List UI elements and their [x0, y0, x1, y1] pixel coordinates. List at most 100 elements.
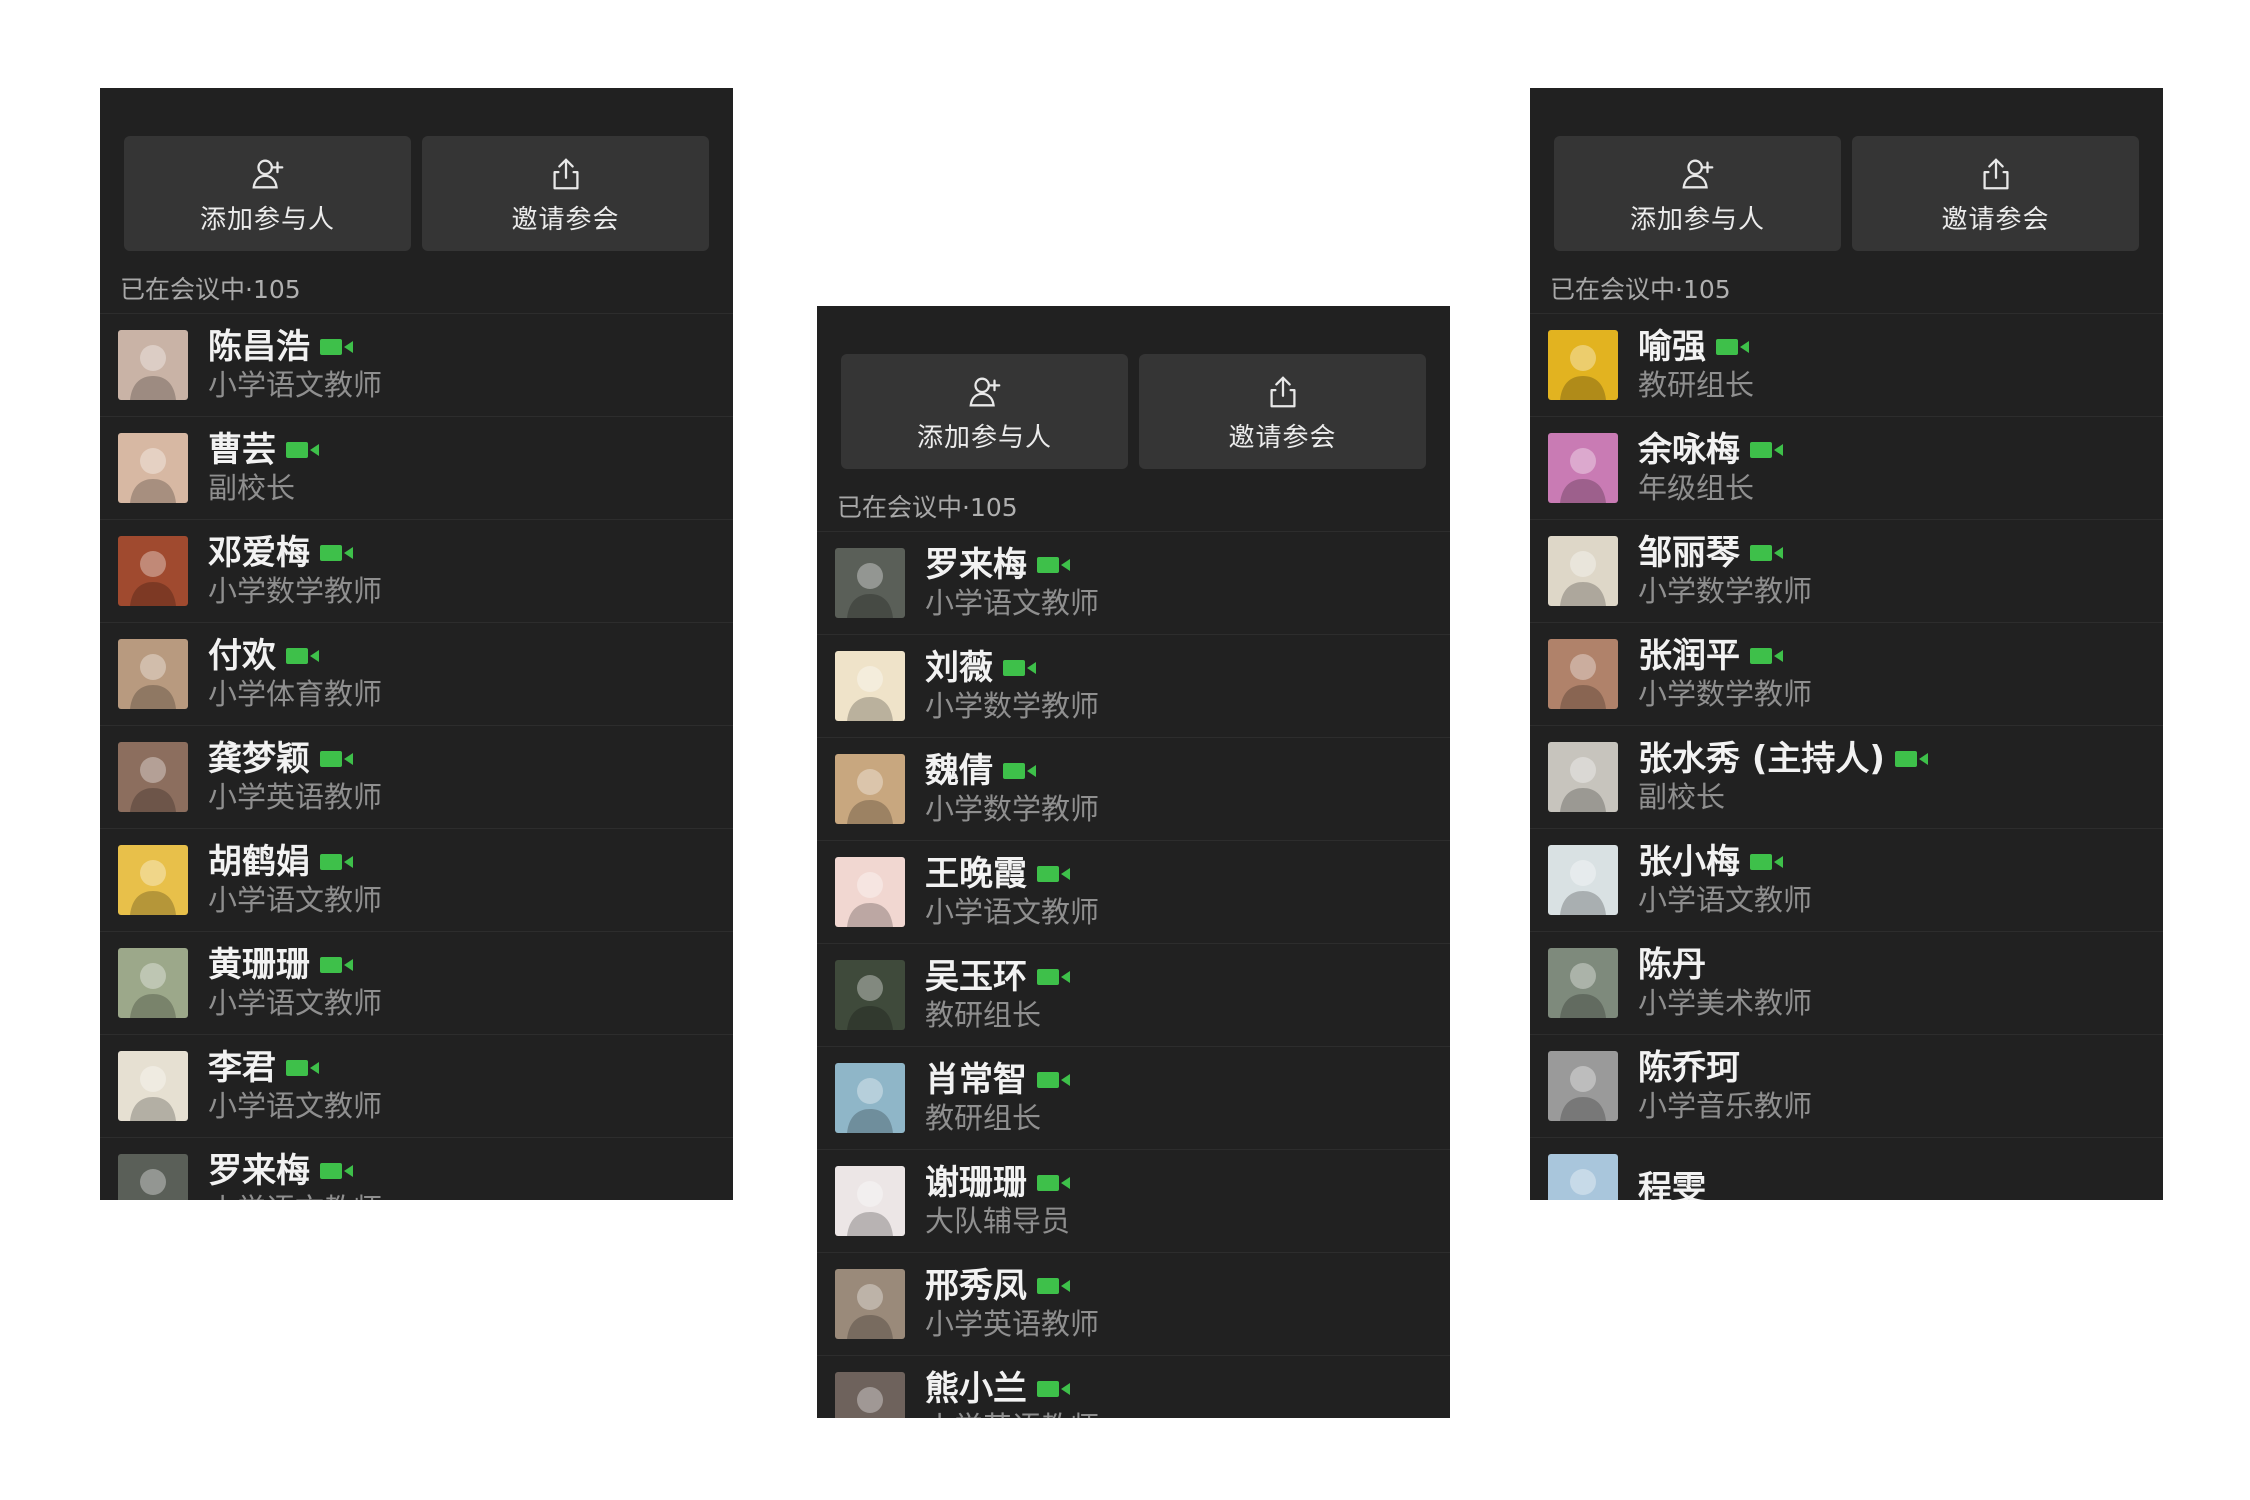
video-camera-icon	[1037, 967, 1071, 987]
name-line: 陈乔珂	[1638, 1048, 1812, 1088]
video-camera-icon	[286, 1058, 320, 1078]
participant-row[interactable]: 王晚霞 小学语文教师	[817, 841, 1450, 944]
video-camera-icon	[320, 1161, 354, 1181]
participant-role: 教研组长	[925, 1101, 1042, 1135]
participant-row[interactable]: 胡鹤娟 小学语文教师	[100, 829, 733, 932]
name-line: 陈昌浩	[208, 327, 382, 367]
participant-row[interactable]: 罗来梅小学语文教师	[100, 1138, 733, 1200]
participant-row[interactable]: 余咏梅 年级组长	[1530, 417, 2163, 520]
participant-info: 刘薇 小学数学教师	[925, 648, 1099, 724]
participant-role: 小学语文教师	[208, 368, 383, 402]
participant-info: 张水秀 (主持人) 副校长	[1638, 739, 1929, 815]
participant-row[interactable]: 肖常智 教研组长	[817, 1047, 1450, 1150]
participant-row[interactable]: 张润平 小学数学教师	[1530, 623, 2163, 726]
participant-row[interactable]: 龚梦颖 小学英语教师	[100, 726, 733, 829]
participant-role: 小学语文教师	[925, 895, 1100, 929]
participant-row[interactable]: 罗来梅小学语文教师	[817, 532, 1450, 635]
participant-row[interactable]: 刘薇 小学数学教师	[817, 635, 1450, 738]
participant-role: 教研组长	[1638, 368, 1755, 402]
in-meeting-header: 已在会议中·105	[1530, 251, 2163, 314]
participant-info: 付欢 小学体育教师	[208, 636, 382, 712]
participant-list: 罗来梅 小学语文教师 刘薇 小学数学教师 魏倩 小学数学教师 王晚霞 小学语文教师 吴玉环 教研组…	[817, 532, 1450, 1418]
participant-row[interactable]: 喻强 教研组长	[1530, 314, 2163, 417]
invite-label: 邀请参会	[1228, 423, 1337, 453]
video-camera-icon	[286, 440, 320, 460]
avatar	[118, 742, 188, 812]
participant-name: 张水秀 (主持人)	[1638, 739, 1885, 779]
video-camera-icon	[320, 852, 354, 872]
video-camera-icon	[320, 543, 354, 563]
share-icon	[547, 155, 585, 193]
participant-info: 张小梅 小学语文教师	[1638, 842, 1812, 918]
avatar	[1548, 536, 1618, 606]
video-camera-icon	[1037, 1276, 1071, 1296]
avatar	[1548, 1051, 1618, 1121]
participant-row[interactable]: 熊小兰小学英语教师	[817, 1356, 1450, 1418]
video-camera-icon	[1037, 1173, 1071, 1193]
participant-role: 教研组长	[925, 998, 1042, 1032]
participant-info: 喻强 教研组长	[1638, 327, 1754, 403]
video-camera-icon	[1750, 543, 1784, 563]
participant-row[interactable]: 陈乔珂 小学音乐教师	[1530, 1035, 2163, 1138]
participant-row[interactable]: 魏倩 小学数学教师	[817, 738, 1450, 841]
participant-row[interactable]: 张小梅 小学语文教师	[1530, 829, 2163, 932]
avatar	[835, 1372, 905, 1418]
add-participant-label: 添加参与人	[1629, 205, 1765, 235]
name-line: 黄珊珊	[208, 945, 382, 985]
participant-info: 罗来梅小学语文教师	[208, 1151, 382, 1200]
avatar	[118, 1051, 188, 1121]
name-line: 胡鹤娟	[208, 842, 382, 882]
participant-row[interactable]: 李君 小学语文教师	[100, 1035, 733, 1138]
invite-button[interactable]: 邀请参会	[1852, 136, 2139, 251]
participant-name: 谢珊珊	[925, 1163, 1027, 1203]
participant-info: 王晚霞 小学语文教师	[925, 854, 1099, 930]
participant-name: 魏倩	[925, 751, 993, 791]
invite-button[interactable]: 邀请参会	[422, 136, 709, 251]
participant-row[interactable]: 邓爱梅 小学数学教师	[100, 520, 733, 623]
add-participant-label: 添加参与人	[916, 423, 1052, 453]
in-meeting-header: 已在会议中·105	[817, 469, 1450, 532]
add-participant-button[interactable]: 添加参与人	[124, 136, 411, 251]
participant-row[interactable]: 谢珊珊 大队辅导员	[817, 1150, 1450, 1253]
invite-button[interactable]: 邀请参会	[1139, 354, 1426, 469]
avatar	[835, 960, 905, 1030]
participant-role: 小学数学教师	[208, 574, 383, 608]
participant-name: 陈乔珂	[1638, 1048, 1740, 1088]
in-meeting-header: 已在会议中·105	[100, 251, 733, 314]
participant-row[interactable]: 邹丽琴 小学数学教师	[1530, 520, 2163, 623]
in-meeting-label: 已在会议中	[120, 275, 246, 304]
participant-row[interactable]: 曹芸 副校长	[100, 417, 733, 520]
participant-info: 罗来梅小学语文教师	[925, 545, 1099, 621]
avatar	[835, 1269, 905, 1339]
add-participant-button[interactable]: 添加参与人	[1554, 136, 1841, 251]
participant-name: 胡鹤娟	[208, 842, 310, 882]
participant-row[interactable]: 程雯	[1530, 1138, 2163, 1200]
in-meeting-count: ·105	[1675, 275, 1731, 304]
participant-row[interactable]: 吴玉环 教研组长	[817, 944, 1450, 1047]
share-icon	[1977, 155, 2015, 193]
participant-info: 余咏梅 年级组长	[1638, 430, 1784, 506]
participant-row[interactable]: 付欢 小学体育教师	[100, 623, 733, 726]
video-camera-icon	[1750, 852, 1784, 872]
action-bar: 添加参与人 邀请参会	[100, 88, 733, 251]
participant-row[interactable]: 陈丹 小学美术教师	[1530, 932, 2163, 1035]
participant-name: 张小梅	[1638, 842, 1740, 882]
add-participant-button[interactable]: 添加参与人	[841, 354, 1128, 469]
participant-row[interactable]: 张水秀 (主持人) 副校长	[1530, 726, 2163, 829]
participant-row[interactable]: 陈昌浩 小学语文教师	[100, 314, 733, 417]
name-line: 张润平	[1638, 636, 1812, 676]
avatar	[835, 1166, 905, 1236]
invite-label: 邀请参会	[1941, 205, 2050, 235]
participant-name: 罗来梅	[925, 545, 1027, 585]
participant-info: 曹芸 副校长	[208, 430, 320, 506]
participant-info: 吴玉环 教研组长	[925, 957, 1071, 1033]
in-meeting-label: 已在会议中	[837, 493, 963, 522]
participant-row[interactable]: 黄珊珊 小学语文教师	[100, 932, 733, 1035]
avatar	[1548, 742, 1618, 812]
participant-row[interactable]: 邢秀凤 小学英语教师	[817, 1253, 1450, 1356]
participant-name: 余咏梅	[1638, 430, 1740, 470]
participant-info: 邹丽琴 小学数学教师	[1638, 533, 1812, 609]
video-camera-icon	[320, 955, 354, 975]
add-user-icon	[249, 155, 287, 193]
participants-panel-2: 添加参与人 邀请参会 已在会议中·105 罗来梅 小学语文教师 刘薇 小学数学教师 魏倩…	[817, 306, 1450, 1418]
